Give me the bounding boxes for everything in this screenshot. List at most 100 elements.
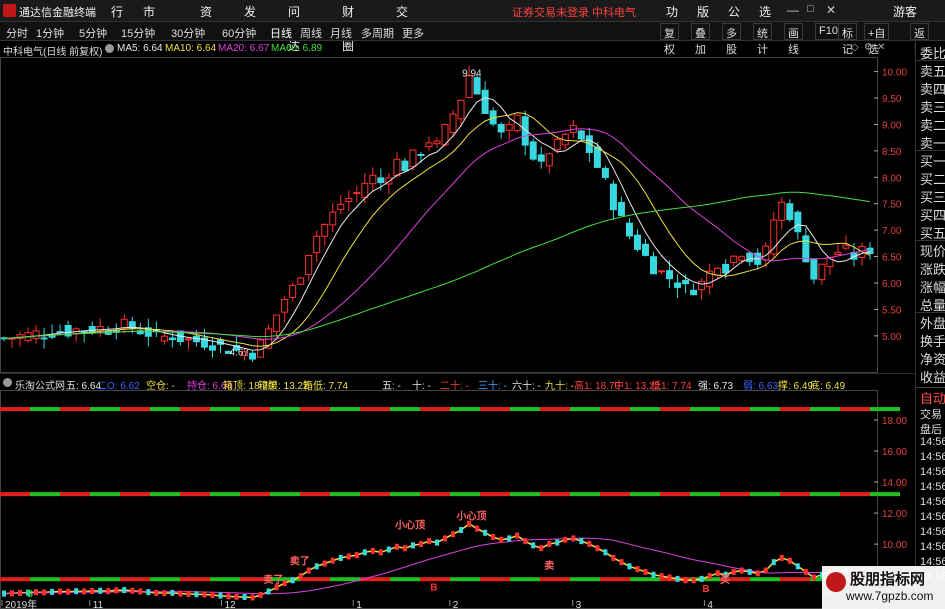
auto-tab[interactable]: 自动: [916, 387, 945, 406]
period-tab-daily[interactable]: 日线: [270, 25, 292, 41]
order-row-label: 买二: [920, 172, 945, 187]
box-line-segment: [450, 407, 480, 412]
box-line-segment: [270, 492, 300, 497]
y-tick-label: 5.50: [882, 305, 902, 316]
period-tab-15min[interactable]: 15分钟: [121, 25, 155, 41]
indicator-bar: [811, 574, 816, 581]
guest-button[interactable]: 游客: [893, 3, 917, 20]
stats-button[interactable]: 统计: [753, 23, 772, 56]
indicator-bar: [154, 589, 159, 596]
indicator-bar: [82, 588, 87, 595]
candle-body: [698, 280, 706, 291]
box-line-segment: [780, 407, 810, 412]
box-line-segment: [210, 407, 240, 412]
close-icon[interactable]: ✕: [877, 42, 885, 53]
order-row-label: 换手: [920, 334, 945, 349]
candle-body: [778, 201, 786, 221]
box-line-segment: [480, 577, 510, 582]
box-line-segment: [330, 492, 360, 497]
box-line-segment: [750, 407, 780, 412]
x-tick-label: 11: [93, 600, 104, 609]
chart-frame: [0, 390, 878, 609]
maximize-icon[interactable]: □: [807, 3, 814, 15]
box-line-segment: [90, 492, 120, 497]
indicator-chart[interactable]: 8.0010.0012.0014.0016.0018.00小心顶小心顶卖了卖了买…: [0, 390, 915, 609]
indicator-bar: [330, 557, 335, 564]
box-line-segment: [330, 577, 360, 582]
box-line-segment: [450, 577, 480, 582]
login-status: 证券交易未登录 中科电气: [512, 7, 637, 19]
box-line-segment: [30, 492, 60, 497]
multi-stock-button[interactable]: 多股: [722, 23, 741, 56]
period-tab-more[interactable]: 更多: [402, 25, 424, 41]
box-line-segment: [60, 492, 90, 497]
order-row-label: 卖四: [920, 82, 945, 97]
box-line-segment: [240, 492, 270, 497]
indicator-bar: [10, 590, 15, 597]
signal-label: B: [430, 583, 437, 594]
trade-time-label: 14:56: [920, 451, 945, 463]
indicator-bar: [146, 589, 151, 596]
box-line-segment: [240, 407, 270, 412]
period-tab-30min[interactable]: 30分钟: [171, 25, 205, 41]
mark-button[interactable]: 标记: [838, 23, 857, 56]
price-chart[interactable]: 5.00 5.50 6.00 6.50 7.00 7.50 8.00 8.50 9.00 9.50…: [0, 57, 915, 373]
indicator-bar: [763, 567, 768, 574]
box-line-segment: [180, 407, 210, 412]
diamond-icon[interactable]: ◇: [851, 42, 859, 53]
period-tab-intraday[interactable]: 分时: [6, 25, 28, 41]
close-icon[interactable]: ✕: [826, 3, 836, 17]
back-button[interactable]: 返回: [910, 23, 929, 56]
candle-body: [722, 263, 730, 274]
box-line-segment: [300, 577, 330, 582]
legend-toggle-icon[interactable]: [105, 44, 114, 53]
period-tab-weekly[interactable]: 周线: [300, 25, 322, 41]
candle-body: [593, 146, 601, 168]
indicator-bar: [771, 559, 776, 566]
box-line-segment: [870, 492, 900, 497]
box-line-segment: [420, 407, 450, 412]
period-tab-5min[interactable]: 5分钟: [79, 25, 107, 41]
period-tab-1min[interactable]: 1分钟: [36, 25, 64, 41]
add-watchlist-button[interactable]: +自选: [864, 23, 890, 56]
stock-name: 中科电气(日线 前复权): [3, 47, 103, 58]
gear-icon[interactable]: ⚙: [864, 42, 873, 53]
app-title: 通达信金融终端: [19, 7, 96, 19]
candle-body: [601, 167, 609, 178]
indicator-bar: [683, 577, 688, 584]
indicator-bar: [531, 542, 536, 549]
box-line-segment: [90, 577, 120, 582]
box-line-segment: [270, 407, 300, 412]
indicator-bar: [402, 545, 407, 552]
menu-bar: 通达信金融终端 行情 市场 资讯 发现 问小达 财富圈 交易 证券交易未登录 中…: [0, 0, 945, 53]
candle-body: [674, 282, 682, 288]
box-line-segment: [450, 492, 480, 497]
box-line-segment: [30, 577, 60, 582]
period-tab-multi[interactable]: 多周期: [361, 25, 394, 41]
indicator-toggle-icon[interactable]: [3, 378, 12, 387]
box-line-segment: [630, 492, 660, 497]
box-line-segment: [690, 492, 720, 497]
overlay-button[interactable]: 叠加: [691, 23, 710, 56]
indicator-bar: [378, 549, 383, 556]
indicator-bar: [42, 589, 47, 596]
box-line-segment: [150, 577, 180, 582]
draw-button[interactable]: 画线: [784, 23, 803, 56]
ma5-value: MA5: 6.64: [117, 43, 163, 54]
minimize-icon[interactable]: —: [787, 3, 799, 17]
candle-body: [417, 153, 425, 156]
indicator-bar: [579, 538, 584, 545]
indicator-bar: [619, 559, 624, 566]
candle-body: [818, 263, 826, 281]
indicator-bar: [250, 594, 255, 601]
period-tab-60min[interactable]: 60分钟: [222, 25, 256, 41]
adjust-button[interactable]: 复权: [660, 23, 679, 56]
indicator-bar: [234, 593, 239, 600]
trade-time-label: 14:56: [920, 541, 945, 553]
box-line-segment: [600, 577, 630, 582]
period-tab-monthly[interactable]: 月线: [330, 25, 352, 41]
x-tick-label: 3: [576, 600, 582, 609]
candle-body: [666, 270, 674, 280]
candle-body: [577, 130, 585, 140]
trade-time-label: 盘后: [920, 424, 942, 436]
